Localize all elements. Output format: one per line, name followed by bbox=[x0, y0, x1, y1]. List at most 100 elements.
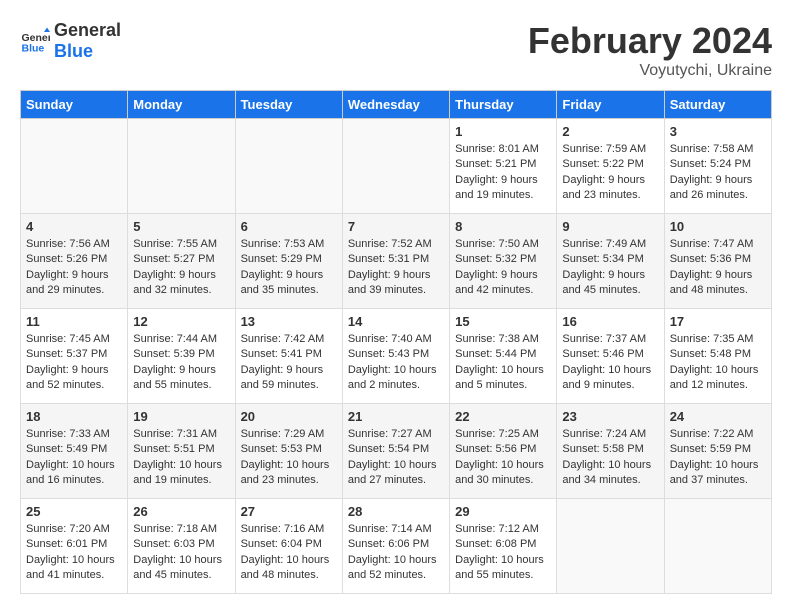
day-number: 7 bbox=[348, 219, 444, 234]
day-number: 27 bbox=[241, 504, 337, 519]
calendar-cell bbox=[128, 119, 235, 214]
day-info: Sunrise: 8:01 AM Sunset: 5:21 PM Dayligh… bbox=[455, 142, 551, 204]
day-info: Sunrise: 7:33 AM Sunset: 5:49 PM Dayligh… bbox=[26, 427, 122, 489]
day-info: Sunrise: 7:50 AM Sunset: 5:32 PM Dayligh… bbox=[455, 237, 551, 299]
day-info: Sunrise: 7:14 AM Sunset: 6:06 PM Dayligh… bbox=[348, 522, 444, 584]
title-area: February 2024 Voyutychi, Ukraine bbox=[528, 20, 772, 80]
calendar-cell: 8 Sunrise: 7:50 AM Sunset: 5:32 PM Daylig… bbox=[450, 214, 557, 309]
calendar-cell: 1 Sunrise: 8:01 AM Sunset: 5:21 PM Daylig… bbox=[450, 119, 557, 214]
day-info: Sunrise: 7:16 AM Sunset: 6:04 PM Dayligh… bbox=[241, 522, 337, 584]
calendar-cell: 11 Sunrise: 7:45 AM Sunset: 5:37 PM Dayli… bbox=[21, 309, 128, 404]
day-header-tuesday: Tuesday bbox=[235, 91, 342, 119]
day-info: Sunrise: 7:40 AM Sunset: 5:43 PM Dayligh… bbox=[348, 332, 444, 394]
day-number: 25 bbox=[26, 504, 122, 519]
day-info: Sunrise: 7:44 AM Sunset: 5:39 PM Dayligh… bbox=[133, 332, 229, 394]
day-number: 14 bbox=[348, 314, 444, 329]
day-info: Sunrise: 7:24 AM Sunset: 5:58 PM Dayligh… bbox=[562, 427, 658, 489]
day-info: Sunrise: 7:58 AM Sunset: 5:24 PM Dayligh… bbox=[670, 142, 766, 204]
header-row: SundayMondayTuesdayWednesdayThursdayFrid… bbox=[21, 91, 772, 119]
day-info: Sunrise: 7:49 AM Sunset: 5:34 PM Dayligh… bbox=[562, 237, 658, 299]
calendar-cell: 2 Sunrise: 7:59 AM Sunset: 5:22 PM Daylig… bbox=[557, 119, 664, 214]
logo-general: General bbox=[54, 20, 121, 41]
page-header: General Blue General Blue February 2024 … bbox=[20, 20, 772, 80]
day-info: Sunrise: 7:27 AM Sunset: 5:54 PM Dayligh… bbox=[348, 427, 444, 489]
calendar-cell: 20Sunrise: 7:29 AM Sunset: 5:53 PM Dayli… bbox=[235, 404, 342, 499]
calendar-cell bbox=[342, 119, 449, 214]
month-title: February 2024 bbox=[528, 20, 772, 62]
calendar-cell: 7 Sunrise: 7:52 AM Sunset: 5:31 PM Daylig… bbox=[342, 214, 449, 309]
day-number: 13 bbox=[241, 314, 337, 329]
calendar-cell: 22 Sunrise: 7:25 AM Sunset: 5:56 PM Dayli… bbox=[450, 404, 557, 499]
day-info: Sunrise: 7:42 AM Sunset: 5:41 PM Dayligh… bbox=[241, 332, 337, 394]
day-info: Sunrise: 7:35 AM Sunset: 5:48 PM Dayligh… bbox=[670, 332, 766, 394]
week-row-3: 11 Sunrise: 7:45 AM Sunset: 5:37 PM Dayli… bbox=[21, 309, 772, 404]
day-info: Sunrise: 7:45 AM Sunset: 5:37 PM Dayligh… bbox=[26, 332, 122, 394]
calendar-cell: 21Sunrise: 7:27 AM Sunset: 5:54 PM Dayli… bbox=[342, 404, 449, 499]
calendar-cell: 19 Sunrise: 7:31 AM Sunset: 5:51 PM Dayli… bbox=[128, 404, 235, 499]
calendar-cell: 12Sunrise: 7:44 AM Sunset: 5:39 PM Dayli… bbox=[128, 309, 235, 404]
calendar-cell bbox=[557, 499, 664, 594]
day-info: Sunrise: 7:12 AM Sunset: 6:08 PM Dayligh… bbox=[455, 522, 551, 584]
calendar-cell: 28Sunrise: 7:14 AM Sunset: 6:06 PM Dayli… bbox=[342, 499, 449, 594]
day-info: Sunrise: 7:53 AM Sunset: 5:29 PM Dayligh… bbox=[241, 237, 337, 299]
calendar-cell: 9Sunrise: 7:49 AM Sunset: 5:34 PM Daylig… bbox=[557, 214, 664, 309]
calendar-cell: 15 Sunrise: 7:38 AM Sunset: 5:44 PM Dayli… bbox=[450, 309, 557, 404]
day-number: 24 bbox=[670, 409, 766, 424]
calendar-cell: 25 Sunrise: 7:20 AM Sunset: 6:01 PM Dayli… bbox=[21, 499, 128, 594]
location-subtitle: Voyutychi, Ukraine bbox=[528, 62, 772, 80]
week-row-2: 4 Sunrise: 7:56 AM Sunset: 5:26 PM Daylig… bbox=[21, 214, 772, 309]
calendar-cell: 26 Sunrise: 7:18 AM Sunset: 6:03 PM Dayli… bbox=[128, 499, 235, 594]
day-header-sunday: Sunday bbox=[21, 91, 128, 119]
day-info: Sunrise: 7:31 AM Sunset: 5:51 PM Dayligh… bbox=[133, 427, 229, 489]
calendar-cell: 14 Sunrise: 7:40 AM Sunset: 5:43 PM Dayli… bbox=[342, 309, 449, 404]
calendar-cell: 23 Sunrise: 7:24 AM Sunset: 5:58 PM Dayli… bbox=[557, 404, 664, 499]
day-info: Sunrise: 7:25 AM Sunset: 5:56 PM Dayligh… bbox=[455, 427, 551, 489]
day-number: 19 bbox=[133, 409, 229, 424]
day-info: Sunrise: 7:38 AM Sunset: 5:44 PM Dayligh… bbox=[455, 332, 551, 394]
calendar-cell: 3 Sunrise: 7:58 AM Sunset: 5:24 PM Daylig… bbox=[664, 119, 771, 214]
day-header-monday: Monday bbox=[128, 91, 235, 119]
calendar-cell: 4 Sunrise: 7:56 AM Sunset: 5:26 PM Daylig… bbox=[21, 214, 128, 309]
day-number: 2 bbox=[562, 124, 658, 139]
calendar-cell: 24 Sunrise: 7:22 AM Sunset: 5:59 PM Dayli… bbox=[664, 404, 771, 499]
day-number: 22 bbox=[455, 409, 551, 424]
day-info: Sunrise: 7:37 AM Sunset: 5:46 PM Dayligh… bbox=[562, 332, 658, 394]
day-info: Sunrise: 7:22 AM Sunset: 5:59 PM Dayligh… bbox=[670, 427, 766, 489]
day-number: 6 bbox=[241, 219, 337, 234]
calendar-cell bbox=[235, 119, 342, 214]
calendar-cell: 13 Sunrise: 7:42 AM Sunset: 5:41 PM Dayli… bbox=[235, 309, 342, 404]
day-number: 4 bbox=[26, 219, 122, 234]
calendar-cell: 29 Sunrise: 7:12 AM Sunset: 6:08 PM Dayli… bbox=[450, 499, 557, 594]
day-header-friday: Friday bbox=[557, 91, 664, 119]
day-info: Sunrise: 7:20 AM Sunset: 6:01 PM Dayligh… bbox=[26, 522, 122, 584]
calendar-cell: 27 Sunrise: 7:16 AM Sunset: 6:04 PM Dayli… bbox=[235, 499, 342, 594]
day-header-thursday: Thursday bbox=[450, 91, 557, 119]
calendar-table: SundayMondayTuesdayWednesdayThursdayFrid… bbox=[20, 90, 772, 594]
day-number: 29 bbox=[455, 504, 551, 519]
day-number: 20 bbox=[241, 409, 337, 424]
calendar-cell: 17 Sunrise: 7:35 AM Sunset: 5:48 PM Dayli… bbox=[664, 309, 771, 404]
day-header-wednesday: Wednesday bbox=[342, 91, 449, 119]
svg-text:Blue: Blue bbox=[22, 43, 45, 55]
day-info: Sunrise: 7:47 AM Sunset: 5:36 PM Dayligh… bbox=[670, 237, 766, 299]
logo-icon: General Blue bbox=[20, 26, 50, 56]
day-info: Sunrise: 7:52 AM Sunset: 5:31 PM Dayligh… bbox=[348, 237, 444, 299]
day-info: Sunrise: 7:55 AM Sunset: 5:27 PM Dayligh… bbox=[133, 237, 229, 299]
day-info: Sunrise: 7:18 AM Sunset: 6:03 PM Dayligh… bbox=[133, 522, 229, 584]
calendar-cell bbox=[21, 119, 128, 214]
day-number: 11 bbox=[26, 314, 122, 329]
logo: General Blue General Blue bbox=[20, 20, 121, 62]
day-number: 8 bbox=[455, 219, 551, 234]
day-number: 17 bbox=[670, 314, 766, 329]
week-row-4: 18Sunrise: 7:33 AM Sunset: 5:49 PM Dayli… bbox=[21, 404, 772, 499]
day-number: 15 bbox=[455, 314, 551, 329]
day-info: Sunrise: 7:56 AM Sunset: 5:26 PM Dayligh… bbox=[26, 237, 122, 299]
week-row-5: 25 Sunrise: 7:20 AM Sunset: 6:01 PM Dayli… bbox=[21, 499, 772, 594]
day-number: 23 bbox=[562, 409, 658, 424]
day-header-saturday: Saturday bbox=[664, 91, 771, 119]
logo-blue: Blue bbox=[54, 41, 121, 62]
day-number: 3 bbox=[670, 124, 766, 139]
day-number: 1 bbox=[455, 124, 551, 139]
day-info: Sunrise: 7:59 AM Sunset: 5:22 PM Dayligh… bbox=[562, 142, 658, 204]
day-number: 26 bbox=[133, 504, 229, 519]
